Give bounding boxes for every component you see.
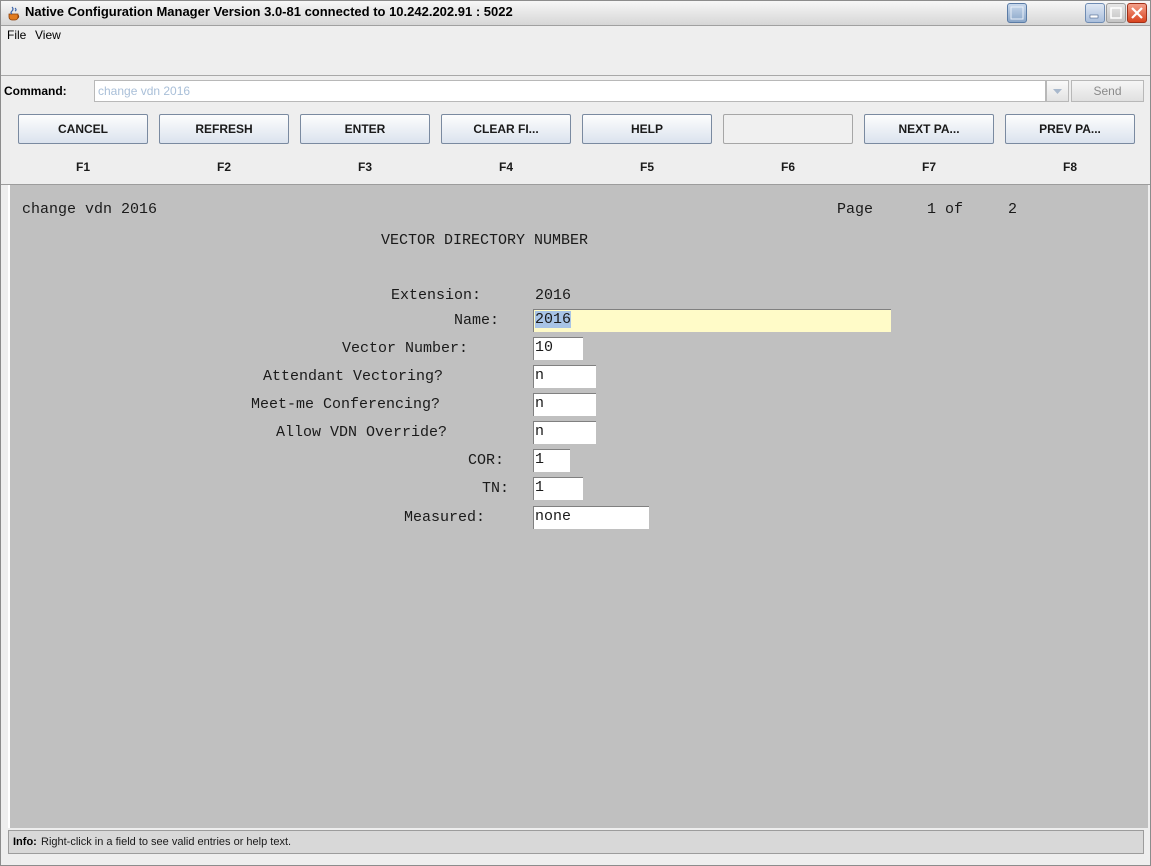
- f3-key-label: F3: [357, 160, 372, 174]
- next-page-button[interactable]: NEXT PA...: [864, 114, 994, 144]
- name-field[interactable]: 2016: [533, 309, 891, 332]
- f1-key-label: F1: [75, 160, 90, 174]
- page-total: 2: [1008, 201, 1018, 218]
- help-button[interactable]: HELP: [582, 114, 712, 144]
- page-of-label: of: [945, 201, 964, 218]
- title-bar: Native Configuration Manager Version 3.0…: [1, 1, 1150, 26]
- cor-label: COR:: [468, 452, 505, 469]
- f8-key-label: F8: [1062, 160, 1077, 174]
- command-dropdown-button[interactable]: [1046, 80, 1069, 102]
- minimize-icon: [1089, 14, 1099, 19]
- extension-value: 2016: [535, 287, 572, 304]
- enter-button[interactable]: ENTER: [300, 114, 430, 144]
- send-button[interactable]: Send: [1071, 80, 1144, 102]
- meet-me-conferencing-label: Meet-me Conferencing?: [251, 396, 441, 413]
- command-input[interactable]: change vdn 2016: [94, 80, 1046, 102]
- f7-key-label: F7: [921, 160, 936, 174]
- window-menu-button[interactable]: [1007, 3, 1027, 23]
- clear-fields-button[interactable]: CLEAR FI...: [441, 114, 571, 144]
- vector-number-field[interactable]: 10: [533, 337, 583, 360]
- f6-key-label: F6: [780, 160, 795, 174]
- close-icon: [1131, 7, 1143, 19]
- separator: [1, 75, 1150, 76]
- tn-field[interactable]: 1: [533, 477, 583, 500]
- menu-view[interactable]: View: [35, 28, 61, 42]
- extension-label: Extension:: [391, 287, 482, 304]
- cancel-button[interactable]: CANCEL: [18, 114, 148, 144]
- menu-bar: File View: [1, 26, 1150, 46]
- form-heading: VECTOR DIRECTORY NUMBER: [381, 232, 589, 249]
- command-echo: change vdn 2016: [22, 201, 158, 218]
- maximize-button[interactable]: [1106, 3, 1126, 23]
- measured-label: Measured:: [404, 509, 486, 526]
- attendant-vectoring-label: Attendant Vectoring?: [263, 368, 444, 385]
- window-title: Native Configuration Manager Version 3.0…: [25, 4, 513, 19]
- tn-label: TN:: [482, 480, 510, 497]
- f4-key-label: F4: [498, 160, 513, 174]
- maximize-icon: [1110, 7, 1122, 19]
- minimize-button[interactable]: [1085, 3, 1105, 23]
- allow-vdn-override-field[interactable]: n: [533, 421, 596, 444]
- attendant-vectoring-field[interactable]: n: [533, 365, 596, 388]
- info-label: Info:: [13, 836, 37, 848]
- f2-key-label: F2: [216, 160, 231, 174]
- page-current: 1: [927, 201, 937, 218]
- chevron-down-icon: [1053, 89, 1062, 94]
- f5-key-label: F5: [639, 160, 654, 174]
- f6-button[interactable]: [723, 114, 853, 144]
- refresh-button[interactable]: REFRESH: [159, 114, 289, 144]
- vector-number-label: Vector Number:: [342, 340, 469, 357]
- info-text: Right-click in a field to see valid entr…: [41, 836, 292, 848]
- meet-me-conferencing-field[interactable]: n: [533, 393, 596, 416]
- dropdown-icon: [1010, 6, 1024, 20]
- allow-vdn-override-label: Allow VDN Override?: [276, 424, 448, 441]
- app-window: Native Configuration Manager Version 3.0…: [0, 0, 1151, 866]
- name-value: 2016: [535, 311, 572, 328]
- prev-page-button[interactable]: PREV PA...: [1005, 114, 1135, 144]
- status-strip: [1, 856, 1150, 865]
- close-button[interactable]: [1127, 3, 1147, 23]
- page-label: Page: [837, 201, 874, 218]
- name-label: Name:: [454, 312, 500, 329]
- measured-field[interactable]: none: [533, 506, 649, 529]
- java-cup-icon: [6, 5, 22, 21]
- command-label: Command:: [4, 84, 67, 98]
- menu-file[interactable]: File: [7, 28, 26, 42]
- cor-field[interactable]: 1: [533, 449, 570, 472]
